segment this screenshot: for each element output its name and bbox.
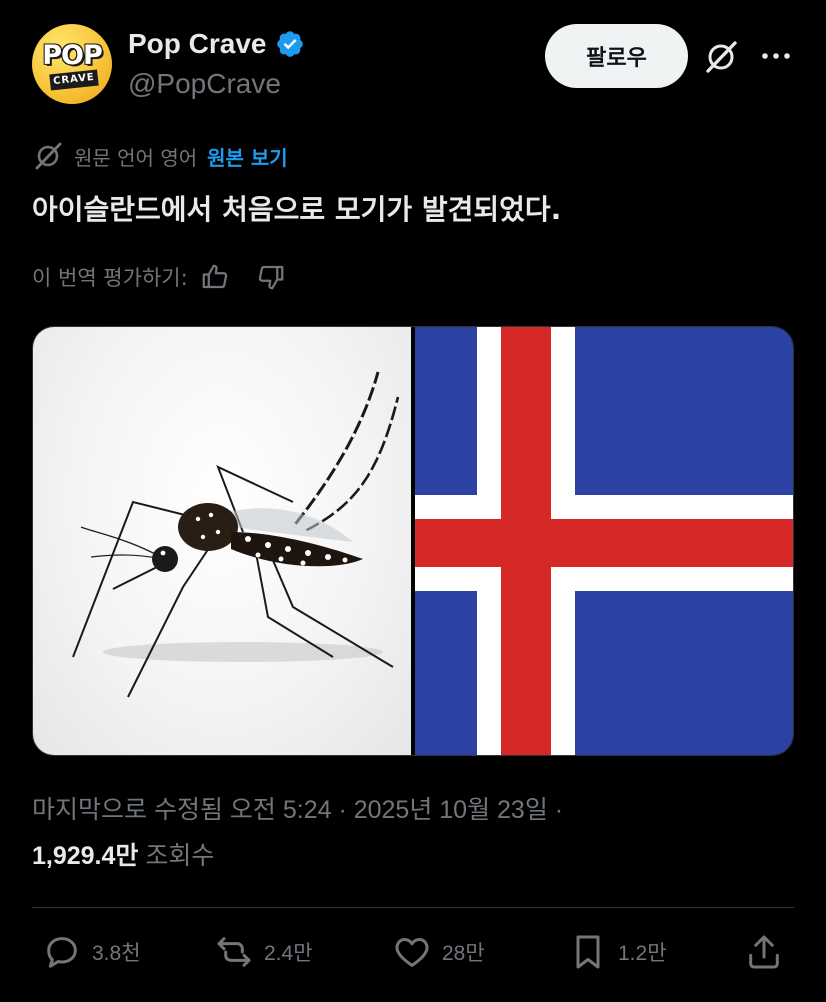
divider — [32, 907, 794, 908]
views-count: 1,929.4만 — [32, 842, 139, 870]
bookmark-button[interactable]: 1.2만 — [568, 932, 667, 972]
author-handle[interactable]: @PopCrave — [128, 68, 281, 100]
bookmark-icon — [576, 935, 600, 969]
avatar[interactable]: POP CRAVE — [32, 24, 112, 104]
reply-count: 3.8천 — [92, 942, 141, 965]
tweet-detail: POP CRAVE Pop Crave @PopCrave 팔로우 원문 언어 … — [0, 0, 826, 1002]
mosquito-photo[interactable] — [33, 327, 411, 755]
author-name[interactable]: Pop Crave — [128, 28, 267, 60]
tweet-media[interactable] — [32, 326, 794, 756]
iceland-flag[interactable] — [415, 327, 793, 755]
follow-button[interactable]: 팔로우 — [545, 24, 688, 88]
share-icon — [749, 935, 779, 969]
view-original-link[interactable]: 원본 보기 — [207, 142, 288, 171]
iceland-flag-graphic — [415, 327, 793, 755]
mosquito-illustration — [72, 371, 400, 698]
tweet-actions: 3.8천 2.4만 28만 1.2만 — [32, 932, 794, 984]
reply-icon — [47, 937, 77, 968]
heart-icon — [395, 938, 429, 967]
rate-translation-label: 이 번역 평가하기: — [32, 266, 188, 290]
grok-translate-icon — [35, 142, 62, 170]
views-label: 조회수 — [145, 842, 215, 870]
tweet-text: 아이슬란드에서 처음으로 모기가 발견되었다. — [32, 193, 562, 226]
repost-button[interactable]: 2.4만 — [214, 932, 313, 972]
bookmark-count: 1.2만 — [618, 942, 667, 965]
like-button[interactable]: 28만 — [392, 932, 485, 972]
more-icon[interactable] — [758, 42, 794, 70]
author-name-row[interactable]: Pop Crave — [128, 28, 305, 60]
thumbs-down-icon[interactable] — [256, 262, 286, 292]
grok-icon[interactable] — [702, 38, 740, 76]
avatar-text-crave: CRAVE — [49, 69, 99, 91]
rate-translation-row: 이 번역 평가하기: — [32, 262, 286, 292]
reply-button[interactable]: 3.8천 — [42, 932, 141, 972]
avatar-text-pop: POP — [42, 40, 103, 71]
share-button[interactable] — [744, 932, 784, 972]
thumbs-up-icon[interactable] — [200, 262, 230, 292]
views-count-row: 1,929.4만 조회수 — [32, 836, 214, 872]
like-count: 28만 — [442, 942, 485, 965]
edited-timestamp[interactable]: 마지막으로 수정됨 오전 5:24 · 2025년 10월 23일 · — [32, 790, 563, 826]
verified-badge-icon — [276, 31, 303, 57]
translation-source-note: 원문 언어 영어 — [74, 145, 198, 170]
repost-icon — [217, 937, 251, 967]
translation-row: 원문 언어 영어 원본 보기 — [32, 140, 288, 172]
repost-count: 2.4만 — [264, 942, 313, 965]
